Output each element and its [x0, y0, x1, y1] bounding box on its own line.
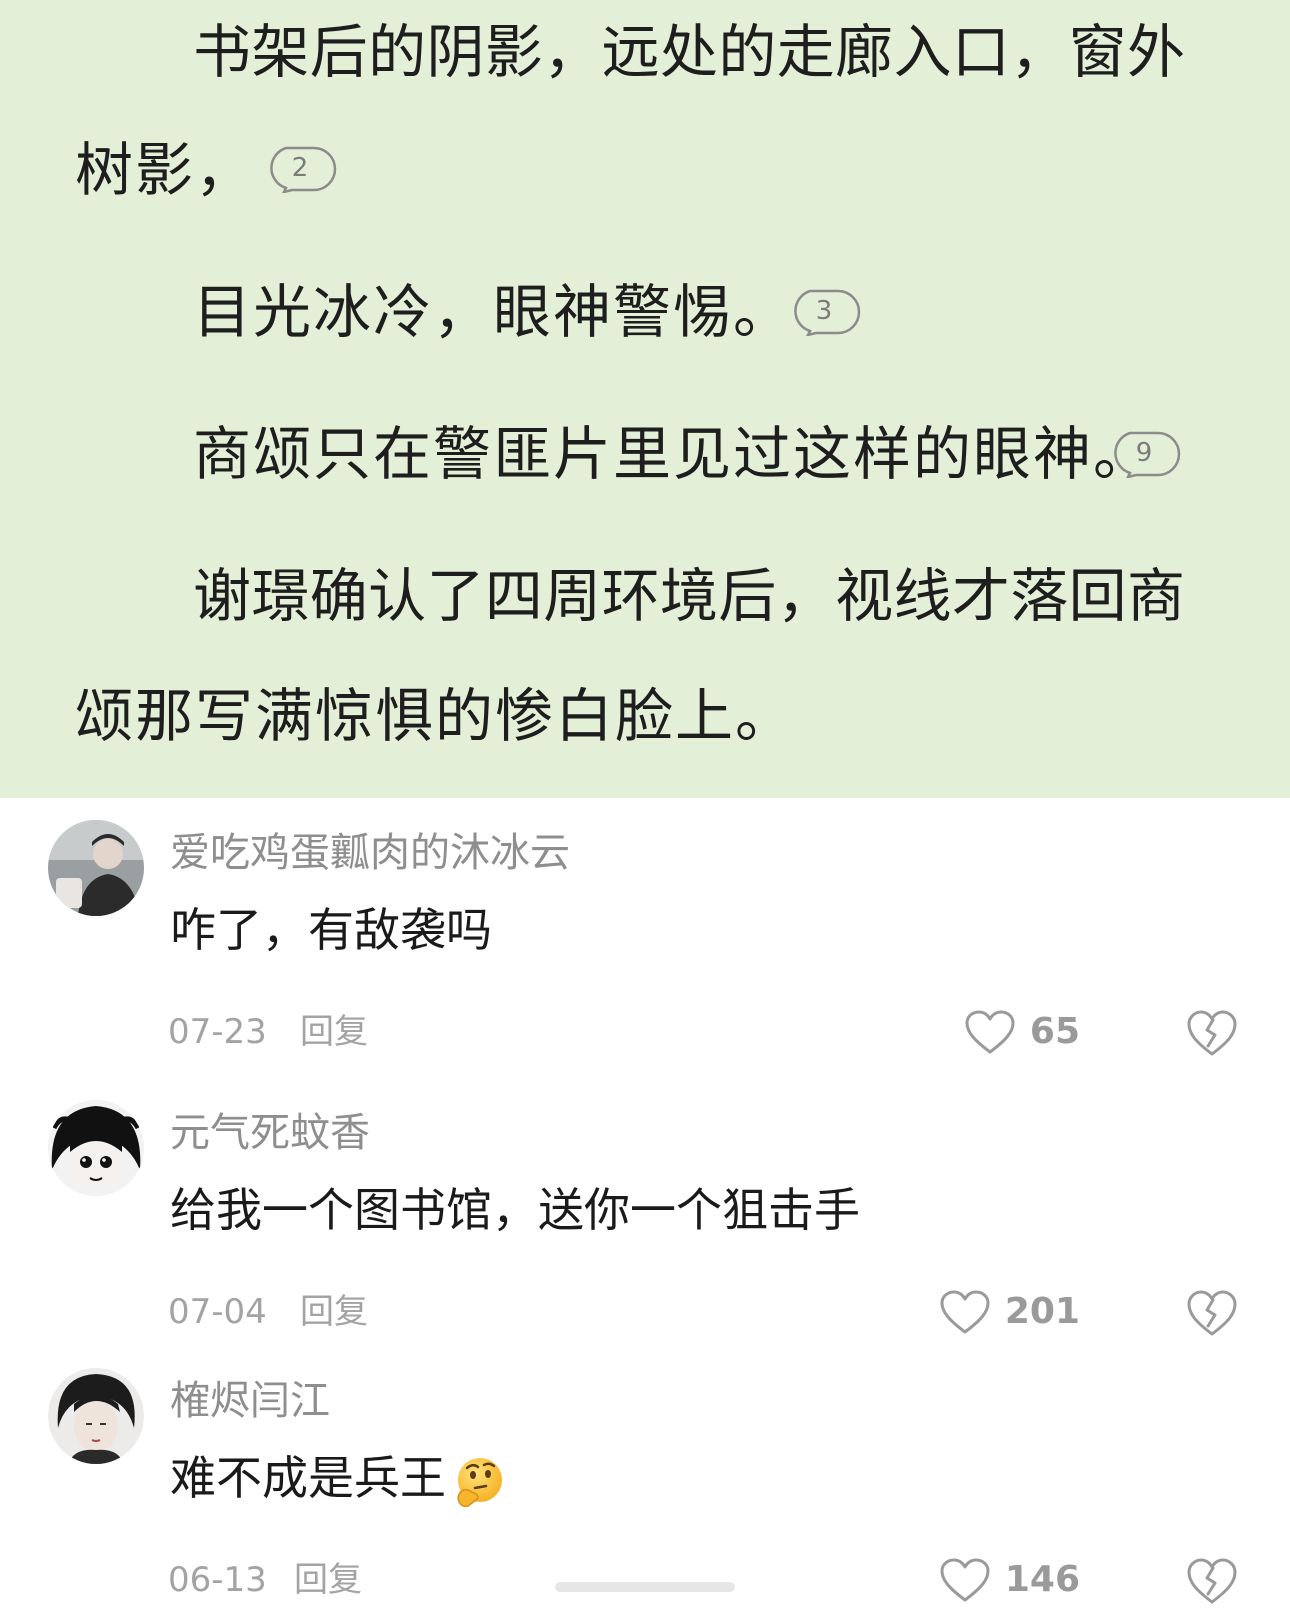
comment-item: 爱吃鸡蛋瓤肉的沐冰云 咋了，有敌袭吗 07-23 回复 65 [0, 820, 1290, 1080]
avatar[interactable] [48, 820, 144, 916]
comment-username[interactable]: 元气死蚊香 [170, 1108, 370, 1158]
comment-page: 书架后的阴影，远处的走廊入口，窗外 树影， 2 目光冰冷，眼神警惕。 3 商颂只… [0, 0, 1290, 1614]
comment-item: 榷烬闫江 难不成是兵王 06-13 回复 146 [0, 1368, 1290, 1614]
paragraph-comment-bubble[interactable]: 9 [1106, 430, 1182, 478]
like-button[interactable]: 65 [964, 1006, 1080, 1058]
comment-date: 06-13 [168, 1560, 267, 1600]
comment-text: 咋了，有敌袭吗 [170, 903, 492, 957]
paragraph-line: 颂那写满惊惧的惨白脸上。 [75, 682, 796, 750]
paragraph-line: 书架后的阴影，远处的走廊入口，窗外 [193, 18, 1185, 86]
comment-date: 07-23 [168, 1012, 267, 1052]
like-count: 201 [1004, 1291, 1080, 1332]
comment-text: 难不成是兵王 [170, 1448, 506, 1510]
dislike-button[interactable] [1186, 1556, 1238, 1606]
paragraph-comment-bubble[interactable]: 2 [262, 145, 338, 193]
paragraph-line: 树影， [75, 136, 256, 204]
heart-outline-icon [940, 1290, 990, 1334]
like-button[interactable]: 201 [939, 1286, 1080, 1338]
paragraph-line: 商颂只在警匪片里见过这样的眼神。 [193, 420, 1154, 488]
reply-button[interactable]: 回复 [300, 1290, 368, 1334]
comment-username[interactable]: 爱吃鸡蛋瓤肉的沐冰云 [170, 828, 570, 878]
reply-button[interactable]: 回复 [300, 1010, 368, 1054]
thinking-face-emoji [457, 1457, 502, 1507]
avatar[interactable] [48, 1368, 144, 1464]
heart-outline-icon [940, 1558, 990, 1602]
dislike-button[interactable] [1186, 1008, 1238, 1058]
dislike-button[interactable] [1186, 1288, 1238, 1338]
comment-date: 07-04 [168, 1292, 267, 1332]
reply-button[interactable]: 回复 [294, 1558, 362, 1602]
like-count: 65 [1029, 1011, 1080, 1052]
heart-outline-icon [965, 1010, 1015, 1054]
reader-panel: 书架后的阴影，远处的走廊入口，窗外 树影， 2 目光冰冷，眼神警惕。 3 商颂只… [0, 0, 1290, 798]
paragraph-comment-bubble[interactable]: 3 [786, 288, 862, 336]
broken-heart-icon [1187, 1290, 1237, 1336]
paragraph-comment-count: 3 [815, 296, 833, 326]
comment-text-content: 难不成是兵王 [170, 1451, 446, 1505]
comment-username[interactable]: 榷烬闫江 [170, 1376, 330, 1426]
avatar[interactable] [48, 1100, 144, 1196]
paragraph-comment-count: 9 [1135, 438, 1153, 468]
paragraph-line: 目光冰冷，眼神警惕。 [193, 278, 794, 346]
comment-item: 元气死蚊香 给我一个图书馆，送你一个狙击手 07-04 回复 201 [0, 1100, 1290, 1360]
broken-heart-icon [1187, 1010, 1237, 1056]
paragraph-comment-count: 2 [291, 153, 309, 183]
like-count: 146 [1004, 1559, 1080, 1600]
comment-text: 给我一个图书馆，送你一个狙击手 [170, 1183, 860, 1237]
paragraph-line: 谢璟确认了四周环境后，视线才落回商 [193, 562, 1185, 630]
like-button[interactable]: 146 [939, 1554, 1080, 1606]
broken-heart-icon [1187, 1558, 1237, 1604]
home-indicator[interactable] [555, 1582, 735, 1592]
